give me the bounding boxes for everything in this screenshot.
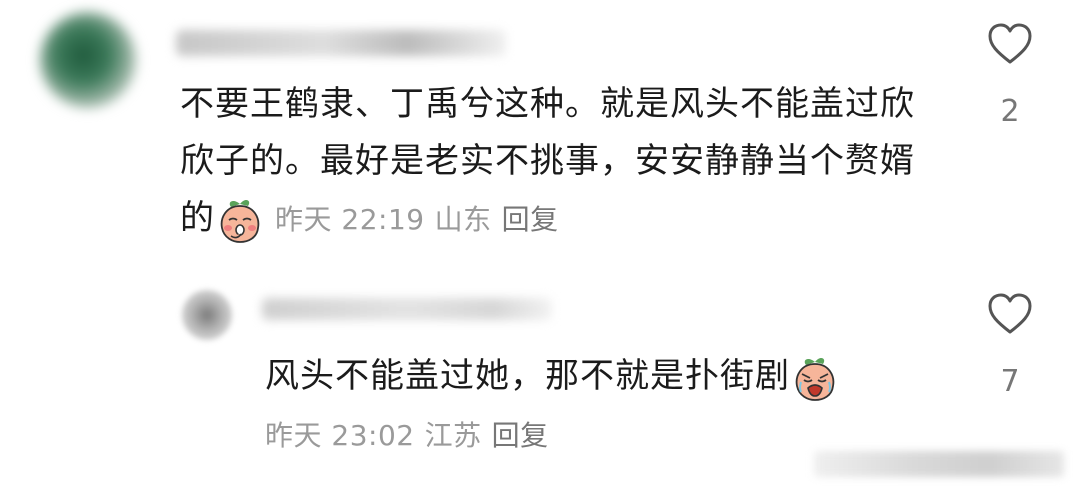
like-button[interactable]: 7 xyxy=(980,292,1040,399)
peach-crying-emoji-icon xyxy=(792,354,838,402)
avatar[interactable] xyxy=(182,290,232,340)
username-redacted[interactable] xyxy=(176,30,506,56)
username-redacted[interactable] xyxy=(262,298,552,320)
comment-body: 不要王鹤隶、丁禹兮这种。就是风头不能盖过欣欣子的。最好是老实不挑事，安安静静当个… xyxy=(180,76,920,248)
comment-body: 风头不能盖过她，那不就是扑街剧 xyxy=(265,346,905,406)
reply-button[interactable]: 回复 xyxy=(502,203,559,236)
like-count: 2 xyxy=(1000,94,1020,129)
heart-outline-icon xyxy=(988,23,1032,64)
watermark-redacted xyxy=(814,451,1064,477)
comment-location: 江苏 xyxy=(424,419,482,452)
heart-outline-icon xyxy=(988,293,1032,334)
comment-meta: 昨天 23:02 江苏 回复 xyxy=(265,414,559,454)
peach-shy-emoji-icon xyxy=(217,196,263,244)
comment-time: 昨天 22:19 xyxy=(275,203,425,236)
comment-text: 风头不能盖过她，那不就是扑街剧 xyxy=(265,356,790,396)
like-button[interactable]: 2 xyxy=(980,22,1040,129)
comment-meta: 昨天 22:19 山东 回复 xyxy=(275,203,569,236)
reply-button[interactable]: 回复 xyxy=(492,419,549,452)
comment-location: 山东 xyxy=(434,203,492,236)
like-count: 7 xyxy=(1000,364,1020,399)
comment-time: 昨天 23:02 xyxy=(265,419,415,452)
avatar[interactable] xyxy=(40,12,136,108)
